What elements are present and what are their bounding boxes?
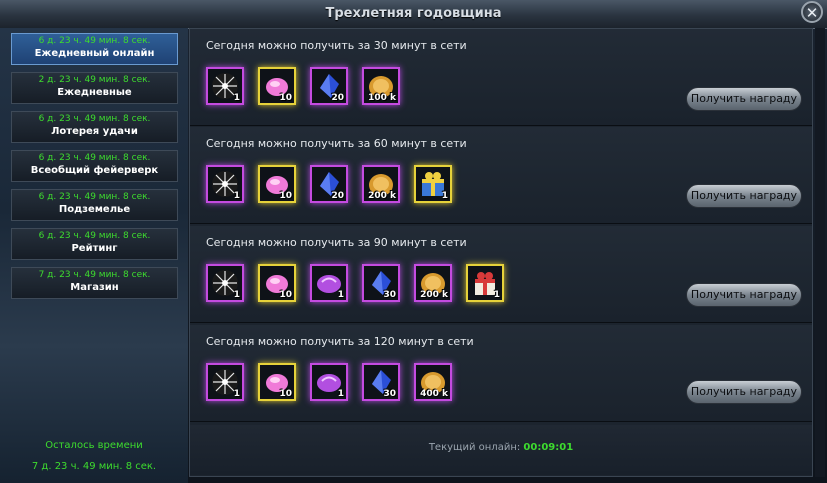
- reward-panel-30min: Сегодня можно получить за 30 минут в сет…: [190, 29, 812, 126]
- reward-panel-title: Сегодня можно получить за 60 минут в сет…: [206, 137, 467, 150]
- reward-item-slot[interactable]: 1: [206, 264, 244, 302]
- sidebar-item-label: Лотерея удачи: [51, 126, 138, 137]
- claim-reward-button[interactable]: Получить награду: [686, 87, 802, 111]
- sidebar-item-timer: 6 д. 23 ч. 49 мин. 8 сек.: [38, 114, 151, 124]
- reward-item-slot[interactable]: 1: [466, 264, 504, 302]
- sidebar-item-timer: 6 д. 23 ч. 49 мин. 8 сек.: [38, 192, 151, 202]
- sidebar-item-timer: 6 д. 23 ч. 49 мин. 8 сек.: [38, 153, 151, 163]
- sidebar-item-timer: 2 д. 23 ч. 49 мин. 8 сек.: [38, 75, 151, 85]
- sidebar-item-label: Магазин: [70, 282, 119, 293]
- anniversary-window: Трехлетняя годовщина ✕ 6 д. 23 ч. 49 мин…: [0, 0, 827, 483]
- reward-item-slot[interactable]: 30: [362, 264, 400, 302]
- sidebar-item-shop[interactable]: 7 д. 23 ч. 49 мин. 8 сек. Магазин: [11, 267, 178, 299]
- item-quantity: 10: [279, 290, 292, 300]
- reward-item-slot[interactable]: 200 k: [362, 165, 400, 203]
- sidebar-item-lottery[interactable]: 6 д. 23 ч. 49 мин. 8 сек. Лотерея удачи: [11, 111, 178, 143]
- window-title: Трехлетняя годовщина: [325, 6, 502, 21]
- reward-item-slot[interactable]: 1: [206, 165, 244, 203]
- sidebar-item-label: Всеобщий фейерверк: [30, 165, 159, 176]
- item-quantity: 100 k: [368, 93, 396, 103]
- sidebar-item-label: Подземелье: [58, 204, 131, 215]
- item-quantity: 10: [279, 93, 292, 103]
- sidebar-item-dungeon[interactable]: 6 д. 23 ч. 49 мин. 8 сек. Подземелье: [11, 189, 178, 221]
- sidebar-item-fireworks[interactable]: 6 д. 23 ч. 49 мин. 8 сек. Всеобщий фейер…: [11, 150, 178, 182]
- item-quantity: 30: [383, 389, 396, 399]
- item-quantity: 1: [493, 290, 500, 300]
- item-quantity: 1: [441, 191, 448, 201]
- item-quantity: 10: [279, 191, 292, 201]
- reward-panel-title: Сегодня можно получить за 90 минут в сет…: [206, 236, 467, 249]
- sidebar-item-rating[interactable]: 6 д. 23 ч. 49 мин. 8 сек. Рейтинг: [11, 228, 178, 260]
- reward-item-slot[interactable]: 1: [414, 165, 452, 203]
- item-quantity: 10: [279, 389, 292, 399]
- current-online-label: Текущий онлайн:: [428, 442, 521, 453]
- reward-item-slot[interactable]: 1: [310, 363, 348, 401]
- rewards-list: Сегодня можно получить за 30 минут в сет…: [189, 28, 813, 477]
- reward-panel-title: Сегодня можно получить за 120 минут в се…: [206, 335, 474, 348]
- item-quantity: 1: [233, 290, 240, 300]
- sidebar-item-timer: 7 д. 23 ч. 49 мин. 8 сек.: [38, 270, 151, 280]
- reward-item-slot[interactable]: 10: [258, 67, 296, 105]
- sidebar-item-label: Рейтинг: [71, 243, 118, 254]
- reward-item-slot[interactable]: 1: [206, 67, 244, 105]
- sidebar-item-timer: 6 д. 23 ч. 49 мин. 8 сек.: [38, 231, 151, 241]
- reward-item-slot[interactable]: 20: [310, 67, 348, 105]
- sidebar: 6 д. 23 ч. 49 мин. 8 сек. Ежедневный онл…: [0, 28, 188, 483]
- remaining-time-label: Осталось времени: [45, 440, 143, 451]
- item-quantity: 200 k: [368, 191, 396, 201]
- reward-item-slot[interactable]: 400 k: [414, 363, 452, 401]
- sidebar-item-daily[interactable]: 2 д. 23 ч. 49 мин. 8 сек. Ежедневные: [11, 72, 178, 104]
- current-online: Текущий онлайн: 00:09:01: [190, 442, 812, 453]
- title-bar: Трехлетняя годовщина ✕: [0, 0, 827, 29]
- reward-panel-60min: Сегодня можно получить за 60 минут в сет…: [190, 127, 812, 224]
- item-quantity: 30: [383, 290, 396, 300]
- sidebar-item-label: Ежедневный онлайн: [34, 48, 155, 59]
- footer: Текущий онлайн: 00:09:01: [190, 425, 812, 475]
- reward-panel-120min: Сегодня можно получить за 120 минут в се…: [190, 325, 812, 422]
- reward-item-slot[interactable]: 10: [258, 363, 296, 401]
- reward-panel-90min: Сегодня можно получить за 90 минут в сет…: [190, 226, 812, 323]
- claim-reward-button[interactable]: Получить награду: [686, 380, 802, 404]
- claim-reward-button[interactable]: Получить награду: [686, 283, 802, 307]
- reward-item-slot[interactable]: 100 k: [362, 67, 400, 105]
- item-quantity: 200 k: [420, 290, 448, 300]
- close-icon[interactable]: ✕: [801, 1, 823, 23]
- item-quantity: 1: [337, 290, 344, 300]
- claim-reward-button[interactable]: Получить награду: [686, 184, 802, 208]
- sidebar-item-daily-online[interactable]: 6 д. 23 ч. 49 мин. 8 сек. Ежедневный онл…: [11, 33, 178, 65]
- reward-panel-title: Сегодня можно получить за 30 минут в сет…: [206, 39, 467, 52]
- item-quantity: 1: [233, 191, 240, 201]
- item-quantity: 400 k: [420, 389, 448, 399]
- item-quantity: 20: [331, 191, 344, 201]
- reward-item-slot[interactable]: 30: [362, 363, 400, 401]
- sidebar-item-timer: 6 д. 23 ч. 49 мин. 8 сек.: [38, 36, 151, 46]
- sidebar-item-label: Ежедневные: [57, 87, 132, 98]
- reward-item-slot[interactable]: 200 k: [414, 264, 452, 302]
- item-quantity: 1: [233, 389, 240, 399]
- item-quantity: 1: [337, 389, 344, 399]
- remaining-time-value: 7 д. 23 ч. 49 мин. 8 сек.: [31, 461, 157, 472]
- reward-item-slot[interactable]: 20: [310, 165, 348, 203]
- reward-item-slot[interactable]: 10: [258, 165, 296, 203]
- reward-item-slot[interactable]: 10: [258, 264, 296, 302]
- current-online-value: 00:09:01: [523, 442, 574, 453]
- reward-item-slot[interactable]: 1: [206, 363, 244, 401]
- scrollbar[interactable]: [815, 28, 825, 477]
- item-quantity: 20: [331, 93, 344, 103]
- item-quantity: 1: [233, 93, 240, 103]
- reward-item-slot[interactable]: 1: [310, 264, 348, 302]
